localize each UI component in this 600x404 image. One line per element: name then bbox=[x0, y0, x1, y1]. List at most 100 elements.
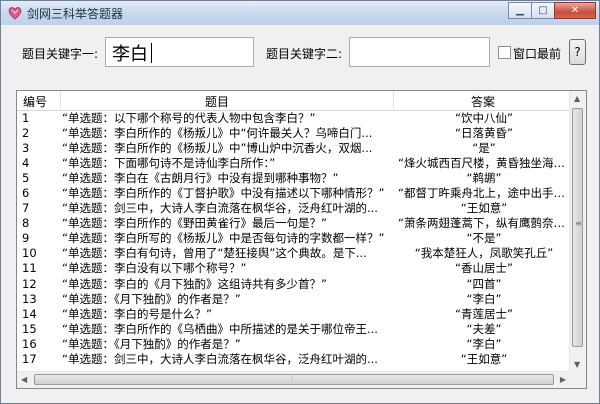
window-title: 剑网三科举答题器 bbox=[27, 7, 124, 21]
row-id: 17 bbox=[22, 351, 37, 366]
row-answer: “烽火城西百尺楼，黄昏独坐海风... bbox=[398, 156, 570, 171]
row-answer: “鹈鹕” bbox=[466, 171, 502, 186]
minimize-button[interactable]: ▁ bbox=[508, 2, 532, 19]
row-question: “单选题：李白在《古朗月行》中没有提到哪种事物？” bbox=[62, 171, 339, 186]
row-id: 6 bbox=[22, 186, 30, 201]
horizontal-scroll-thumb[interactable]: ⦙ bbox=[34, 374, 554, 385]
app-icon bbox=[8, 7, 22, 20]
row-answer: “我本楚狂人，凤歌笑孔丘” bbox=[414, 246, 554, 261]
row-answer: “李白” bbox=[466, 336, 502, 351]
row-question: “单选题：李白所作的《杨叛儿》中“何许最关人？乌啼白门... bbox=[62, 126, 373, 141]
table-row[interactable]: 5 “单选题：李白在《古朗月行》中没有提到哪种事物？” “鹈鹕” bbox=[17, 171, 572, 186]
row-question: “单选题：以下哪个称号的代表人物中包含李白？” bbox=[62, 111, 316, 125]
app-window: 剑网三科举答题器 ▁ □ ✕ 题目关键字一: 李白 题目关键字二: 窗口最前 ?… bbox=[0, 0, 600, 404]
window-controls: ▁ □ ✕ bbox=[508, 2, 596, 20]
always-on-top-checkbox[interactable] bbox=[498, 46, 511, 59]
row-question: “单选题：李白有句诗，曾用了“楚狂接舆”这个典故。是下... bbox=[62, 246, 367, 261]
scroll-down-icon[interactable]: ▼ bbox=[574, 360, 580, 369]
table-row[interactable]: 15 “单选题：李白所作的《乌栖曲》中所描述的是关于哪位帝王... “夫差” bbox=[17, 322, 572, 337]
row-question: “单选题：李白的《月下独酌》这组诗共有多少首？” bbox=[62, 276, 327, 291]
row-id: 11 bbox=[22, 261, 37, 276]
scroll-up-icon[interactable]: ▲ bbox=[574, 94, 580, 103]
table-row[interactable]: 7 “单选题：剑三中，大诗人李白流落在枫华谷，泛舟红叶湖的... “王如意” bbox=[17, 201, 572, 216]
row-question: “单选题：剑三中，大诗人李白流落在枫华谷，泛舟红叶湖的... bbox=[62, 351, 378, 366]
table-row[interactable]: 13 “单选题：《月下独酌》的作者是？” “李白” bbox=[17, 292, 572, 307]
column-divider[interactable] bbox=[393, 91, 394, 109]
row-id: 5 bbox=[22, 171, 30, 186]
row-question: “单选题：下面哪句诗不是诗仙李白所作：” bbox=[62, 156, 276, 171]
row-question: “单选题：《月下独酌》的作者是？” bbox=[62, 336, 241, 351]
grip-icon: ⦙ bbox=[291, 374, 293, 383]
row-id: 2 bbox=[22, 126, 30, 141]
table-row[interactable]: 11 “单选题：李白没有以下哪个称号？” “香山居士” bbox=[17, 261, 572, 276]
table-row[interactable]: 2 “单选题：李白所作的《杨叛儿》中“何许最关人？乌啼白门... “日落黄昏” bbox=[17, 126, 572, 141]
help-button[interactable]: ? bbox=[569, 39, 586, 65]
table-row[interactable]: 16 “单选题：《月下独酌》的作者是？” “李白” bbox=[17, 337, 572, 352]
row-question: “单选题：李白所作的《乌栖曲》中所描述的是关于哪位帝王... bbox=[62, 321, 378, 336]
vertical-scroll-thumb[interactable]: ≡ bbox=[572, 108, 583, 347]
row-answer: “日落黄昏” bbox=[455, 126, 513, 141]
results-table: 编号 题目 答案 1 “单选题：以下哪个称号的代表人物中包含李白？” “饮中八仙” 2… bbox=[16, 90, 587, 389]
help-label: ? bbox=[574, 45, 581, 59]
table-row[interactable]: 4 “单选题：下面哪句诗不是诗仙李白所作：” “烽火城西百尺楼，黄昏独坐海风... bbox=[17, 156, 572, 171]
row-question: “单选题：李白的号是什么？” bbox=[62, 306, 212, 321]
row-question: “单选题：李白所作的《杨叛儿》中”博山炉中沉香火，双烟... bbox=[62, 141, 373, 156]
row-id: 8 bbox=[22, 216, 30, 231]
text-caret bbox=[151, 43, 152, 63]
row-question: “单选题：《月下独酌》的作者是？” bbox=[62, 291, 241, 306]
table-row[interactable]: 3 “单选题：李白所作的《杨叛儿》中”博山炉中沉香火，双烟... “是” bbox=[17, 141, 572, 156]
always-on-top-label[interactable]: 窗口最前 bbox=[513, 45, 561, 62]
minimize-icon: ▁ bbox=[516, 5, 524, 16]
row-answer: “王如意” bbox=[460, 351, 508, 366]
row-id: 4 bbox=[22, 156, 30, 171]
scrollbar-corner bbox=[570, 372, 586, 388]
close-icon: ✕ bbox=[570, 5, 580, 16]
row-answer: “都督丁旿乘舟北上，途中出手痛... bbox=[398, 186, 570, 201]
row-id: 13 bbox=[22, 291, 37, 306]
title-bar[interactable]: 剑网三科举答题器 ▁ □ ✕ bbox=[1, 1, 599, 25]
row-id: 14 bbox=[22, 306, 37, 321]
vertical-scrollbar[interactable]: ▲ ≡ ▼ bbox=[569, 91, 586, 372]
maximize-button[interactable]: □ bbox=[531, 2, 555, 19]
row-id: 12 bbox=[22, 276, 37, 291]
table-body: 1 “单选题：以下哪个称号的代表人物中包含李白？” “饮中八仙” 2 “单选题：李白所作… bbox=[17, 111, 572, 367]
row-id: 10 bbox=[22, 246, 37, 261]
row-question: “单选题：剑三中，大诗人李白流落在枫华谷，泛舟红叶湖的... bbox=[62, 201, 378, 216]
column-header-id[interactable]: 编号 bbox=[23, 93, 47, 110]
keyword2-input[interactable] bbox=[349, 37, 490, 67]
grip-icon: ≡ bbox=[575, 219, 582, 228]
column-header-question[interactable]: 题目 bbox=[205, 93, 229, 110]
row-question: “单选题：李白所作的《丁督护歌》中没有描述以下哪种情形？” bbox=[62, 186, 385, 201]
row-answer: “是” bbox=[472, 141, 496, 156]
table-header: 编号 题目 答案 bbox=[17, 91, 572, 111]
scroll-right-icon[interactable]: ▶ bbox=[560, 375, 566, 384]
table-row[interactable]: 8 “单选题：李白所作的《野田黄雀行》最后一句是？” “萧条两翅蓬蒿下，纵有鹰鹯奈若… bbox=[17, 216, 572, 231]
table-row[interactable]: 9 “单选题：李白所写的《杨叛儿》中是否每句诗的字数都一样？” “不是” bbox=[17, 231, 572, 246]
row-answer: “萧条两翅蓬蒿下，纵有鹰鹯奈若... bbox=[398, 216, 570, 231]
row-question: “单选题：李白所作的《野田黄雀行》最后一句是？” bbox=[62, 216, 327, 231]
row-answer: “王如意” bbox=[460, 201, 508, 216]
table-row[interactable]: 17 “单选题：剑三中，大诗人李白流落在枫华谷，泛舟红叶湖的... “王如意” bbox=[17, 352, 572, 367]
column-header-answer[interactable]: 答案 bbox=[471, 93, 495, 110]
column-divider[interactable] bbox=[60, 91, 61, 109]
keyword1-input[interactable]: 李白 bbox=[105, 37, 254, 67]
maximize-icon: □ bbox=[538, 5, 548, 16]
table-row[interactable]: 14 “单选题：李白的号是什么？” “青莲居士” bbox=[17, 307, 572, 322]
table-row[interactable]: 1 “单选题：以下哪个称号的代表人物中包含李白？” “饮中八仙” bbox=[17, 111, 572, 126]
row-id: 7 bbox=[22, 201, 30, 216]
keyword1-label: 题目关键字一: bbox=[22, 47, 99, 61]
table-row[interactable]: 6 “单选题：李白所作的《丁督护歌》中没有描述以下哪种情形？” “都督丁旿乘舟北上，… bbox=[17, 186, 572, 201]
close-button[interactable]: ✕ bbox=[554, 2, 596, 19]
horizontal-scrollbar[interactable]: ◀ ⦙ ▶ bbox=[17, 371, 570, 388]
row-answer: “饮中八仙” bbox=[455, 111, 513, 125]
keyword2-label: 题目关键字二: bbox=[266, 47, 343, 61]
table-row[interactable]: 12 “单选题：李白的《月下独酌》这组诗共有多少首？” “四首” bbox=[17, 277, 572, 292]
row-answer: “香山居士” bbox=[455, 261, 513, 276]
row-id: 9 bbox=[22, 231, 30, 246]
row-question: “单选题：李白所写的《杨叛儿》中是否每句诗的字数都一样？” bbox=[62, 231, 385, 246]
table-row[interactable]: 10 “单选题：李白有句诗，曾用了“楚狂接舆”这个典故。是下... “我本楚狂人，凤… bbox=[17, 246, 572, 261]
row-answer: “不是” bbox=[466, 231, 502, 246]
row-answer: “四首” bbox=[466, 276, 502, 291]
scroll-left-icon[interactable]: ◀ bbox=[21, 375, 27, 384]
row-answer: “李白” bbox=[466, 291, 502, 306]
